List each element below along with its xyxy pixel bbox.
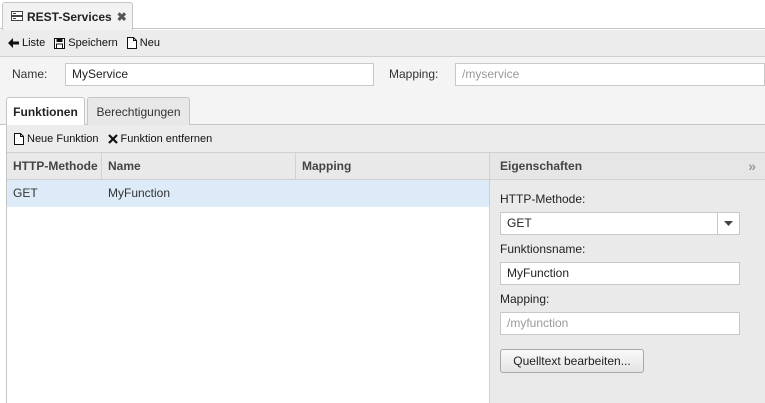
new-function-button[interactable]: Neue Funktion [14, 132, 99, 145]
column-header-http-method[interactable]: HTTP-Methode [7, 153, 102, 180]
cell-name: MyFunction [108, 186, 171, 200]
column-header-name[interactable]: Name [102, 153, 296, 180]
new-button[interactable]: Neu [126, 37, 160, 49]
http-method-label: HTTP-Methode: [500, 192, 586, 206]
chevron-down-icon[interactable] [717, 213, 739, 234]
tab-permissions[interactable]: Berechtigungen [87, 97, 190, 125]
function-mapping-label: Mapping: [500, 292, 550, 306]
new-button-label: Neu [139, 37, 160, 49]
mapping-input[interactable]: /myservice [455, 63, 765, 86]
tab-title: REST-Services [27, 9, 112, 24]
http-method-select[interactable]: GET [500, 212, 740, 235]
remove-function-label: Funktion entfernen [120, 132, 213, 145]
name-label: Name: [12, 67, 48, 81]
close-icon[interactable]: ✖ [117, 10, 127, 24]
save-button[interactable]: Speichern [54, 37, 118, 49]
list-button-label: Liste [22, 37, 46, 49]
table-row[interactable]: GET MyFunction [7, 180, 489, 207]
server-list-icon [11, 10, 23, 24]
properties-header: Eigenschaften » [490, 152, 765, 180]
cell-mapping [296, 180, 489, 207]
mapping-label: Mapping: [389, 67, 439, 81]
remove-function-button[interactable]: Funktion entfernen [107, 132, 213, 145]
new-function-label: Neue Funktion [27, 132, 99, 145]
window-tab-strip: REST-Services ✖ [0, 0, 765, 30]
new-document-icon [126, 37, 137, 49]
edit-source-button[interactable]: Quelltext bearbeiten... [500, 349, 644, 373]
tab-rest-services[interactable]: REST-Services ✖ [2, 2, 133, 30]
function-name-input[interactable]: MyFunction [500, 262, 740, 285]
function-name-label: Funktionsname: [500, 242, 586, 256]
save-button-label: Speichern [68, 37, 118, 49]
list-button[interactable]: Liste [8, 37, 45, 49]
remove-x-icon [107, 133, 118, 144]
section-tabs: Funktionen Berechtigungen [0, 92, 765, 126]
functions-grid: HTTP-Methode Name Mapping GET MyFunction [6, 152, 490, 403]
grid-header: HTTP-Methode Name Mapping [7, 152, 490, 180]
cell-http-method: GET [13, 186, 38, 200]
new-document-icon [14, 132, 24, 145]
floppy-disk-icon [54, 37, 66, 49]
column-header-mapping[interactable]: Mapping [296, 153, 490, 180]
main-toolbar: Liste Speichern Neu [0, 30, 765, 57]
arrow-left-icon [8, 38, 19, 48]
name-input[interactable]: MyService [65, 63, 374, 86]
service-form: Name: MyService Mapping: /myservice [0, 57, 765, 92]
collapse-panel-icon[interactable]: » [748, 153, 756, 180]
properties-panel: Eigenschaften » HTTP-Methode: GET Funkti… [489, 152, 765, 403]
tab-functions[interactable]: Funktionen [6, 97, 85, 126]
function-mapping-input[interactable]: /myfunction [500, 312, 740, 335]
functions-toolbar: Neue Funktion Funktion entfernen [6, 125, 765, 152]
http-method-value: GET [507, 216, 532, 230]
properties-title: Eigenschaften [500, 159, 583, 173]
